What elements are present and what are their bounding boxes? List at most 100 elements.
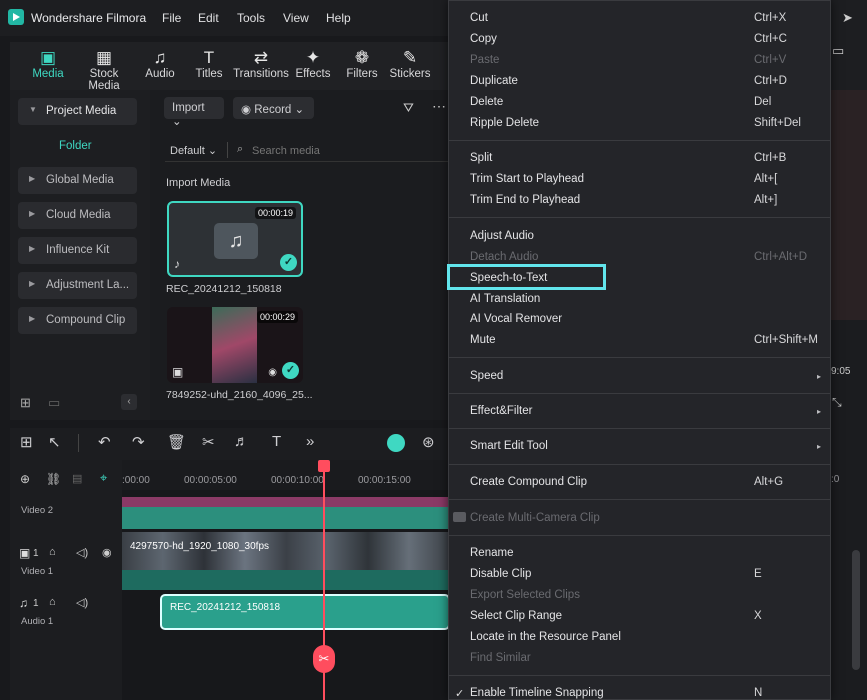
search-underline — [165, 161, 450, 162]
send-icon[interactable]: ➤ — [842, 10, 853, 26]
divider — [78, 434, 79, 452]
playhead-handle[interactable] — [318, 460, 330, 472]
menu-help[interactable]: Help — [326, 11, 351, 25]
ai-icon[interactable]: ▤ — [72, 472, 82, 485]
menu-item-speed[interactable]: Speed — [470, 370, 503, 382]
tab-transitions[interactable]: ⇄ Transitions — [231, 48, 291, 80]
menu-view[interactable]: View — [283, 11, 309, 25]
menu-item-adjust-audio[interactable]: Adjust Audio — [470, 230, 534, 242]
sidebar-item-cloud-media[interactable]: ▶ Cloud Media — [18, 202, 137, 229]
audio-track-icon: ♫ — [19, 596, 28, 610]
menu-item-find-similar[interactable]: Find Similar — [470, 652, 531, 664]
menu-item-rename[interactable]: Rename — [470, 547, 513, 559]
eye-icon[interactable]: ◉ — [102, 546, 112, 559]
menu-item-create-compound-clip[interactable]: Create Compound Clip — [470, 476, 587, 488]
menu-file[interactable]: File — [162, 11, 181, 25]
fullscreen-icon[interactable]: ⤡ — [832, 395, 842, 410]
track-label: Audio 1 — [21, 616, 54, 627]
select-tool-icon[interactable]: ↖ — [48, 433, 61, 451]
search-input[interactable] — [252, 142, 442, 160]
audio-edit-icon[interactable]: ♬ — [234, 433, 249, 450]
sidebar-item-influence-kit[interactable]: ▶ Influence Kit — [18, 237, 137, 264]
menu-item-copy[interactable]: Copy — [470, 33, 497, 45]
tab-stock-media[interactable]: ▦ Stock Media — [74, 48, 134, 92]
more-options-icon[interactable]: ⋯ — [432, 98, 446, 115]
scissors-icon[interactable]: ✂ — [313, 645, 335, 673]
check-icon: ✓ — [282, 362, 299, 379]
render-icon[interactable]: ⊛ — [422, 433, 435, 451]
media-item-video[interactable]: 00:00:29 ▣ ◉ ✓ — [167, 307, 303, 383]
shortcut: E — [754, 568, 762, 580]
menu-item-trim-end[interactable]: Trim End to Playhead — [470, 194, 580, 206]
menu-item-cut[interactable]: Cut — [470, 12, 488, 24]
menu-separator — [449, 464, 830, 465]
track-label: Video 1 — [21, 566, 54, 577]
menu-item-mute[interactable]: Mute — [470, 334, 496, 346]
sidebar-item-project-media[interactable]: ▼ Project Media — [18, 98, 137, 125]
vertical-scrollbar[interactable] — [852, 550, 860, 670]
tab-media[interactable]: ▣ Media — [18, 48, 78, 80]
delete-icon[interactable]: 🗑 — [167, 433, 186, 451]
menu-item-paste[interactable]: Paste — [470, 54, 499, 66]
menu-item-trim-start[interactable]: Trim Start to Playhead — [470, 173, 584, 185]
menu-item-effect-filter[interactable]: Effect&Filter — [470, 405, 532, 417]
menu-item-speech-to-text[interactable]: Speech-to-Text — [470, 272, 547, 284]
ruler-tick: 00:00:05:00 — [184, 475, 237, 486]
menu-item-split[interactable]: Split — [470, 152, 492, 164]
layout-icon[interactable]: ⊞ — [20, 433, 33, 451]
scissors-icon[interactable]: ✂ — [202, 433, 215, 451]
more-tools-icon[interactable]: » — [306, 433, 314, 450]
sidebar-item-compound-clip[interactable]: ▶ Compound Clip — [18, 307, 137, 334]
sidebar-item-global-media[interactable]: ▶ Global Media — [18, 167, 137, 194]
add-track-icon[interactable]: ⊕ — [20, 472, 30, 486]
menu-item-smart-edit-tool[interactable]: Smart Edit Tool — [470, 440, 548, 452]
lock-icon[interactable]: ⌂ — [49, 546, 56, 558]
text-tool-icon[interactable]: T — [272, 433, 281, 450]
menu-tools[interactable]: Tools — [237, 11, 265, 25]
collapse-panel-button[interactable]: ‹ — [121, 394, 137, 410]
tab-titles[interactable]: T Titles — [179, 48, 239, 80]
menu-item-disable-clip[interactable]: Disable Clip — [470, 568, 531, 580]
snapshot-icon[interactable]: ▭ — [832, 43, 844, 59]
ai-mascot-icon[interactable] — [387, 434, 405, 452]
media-item-audio[interactable]: ♫ 00:00:19 ♪ ✓ — [167, 201, 303, 277]
menu-item-export-selected-clips[interactable]: Export Selected Clips — [470, 589, 580, 601]
sidebar-item-adjustment-layer[interactable]: ▶ Adjustment La... — [18, 272, 137, 299]
menu-item-ai-translation[interactable]: AI Translation — [470, 293, 540, 305]
menu-item-ripple-delete[interactable]: Ripple Delete — [470, 117, 539, 129]
menu-edit[interactable]: Edit — [198, 11, 219, 25]
music-note-icon: ♫ — [214, 223, 258, 259]
video-thumbnail — [212, 307, 257, 383]
menu-item-duplicate[interactable]: Duplicate — [470, 75, 518, 87]
speaker-icon[interactable]: ◁) — [76, 596, 88, 609]
shortcut: Alt+G — [754, 476, 784, 488]
shortcut: Ctrl+B — [754, 152, 787, 164]
snap-icon[interactable]: ⌖ — [100, 470, 107, 486]
media-item-name: 7849252-uhd_2160_4096_25... — [166, 389, 313, 401]
sort-dropdown[interactable]: Default ⌄ — [170, 144, 217, 157]
import-button[interactable]: Import ⌄ — [164, 97, 224, 128]
record-button[interactable]: ◉ Record ⌄ — [233, 97, 314, 119]
menu-item-locate-resource[interactable]: Locate in the Resource Panel — [470, 631, 621, 643]
menu-item-detach-audio[interactable]: Detach Audio — [470, 251, 538, 263]
filter-icon[interactable]: ⛛ — [403, 100, 414, 116]
new-folder-icon[interactable]: ⊞ — [20, 395, 31, 411]
menu-item-select-clip-range[interactable]: Select Clip Range — [470, 610, 562, 622]
duration-badge: 00:00:29 — [256, 311, 298, 323]
lock-icon[interactable]: ⌂ — [49, 596, 56, 608]
menu-item-create-multicam-clip[interactable]: Create Multi-Camera Clip — [470, 512, 600, 524]
link-icon[interactable]: ⛓ — [46, 472, 61, 486]
timeline-clip-video2[interactable] — [122, 497, 450, 529]
folder-icon[interactable]: ▭ — [48, 395, 60, 411]
speaker-icon[interactable]: ◁) — [76, 546, 88, 559]
sidebar-item-folder[interactable]: Folder — [59, 140, 92, 152]
undo-icon[interactable]: ↶ — [98, 433, 111, 451]
redo-icon[interactable]: ↷ — [132, 433, 145, 451]
menu-item-delete[interactable]: Delete — [470, 96, 503, 108]
shortcut: X — [754, 610, 762, 622]
menu-item-ai-vocal-remover[interactable]: AI Vocal Remover — [470, 313, 562, 325]
track-label: Video 2 — [21, 505, 54, 516]
multicam-icon — [453, 512, 466, 522]
tab-stickers[interactable]: ✎ Stickers — [380, 48, 440, 80]
menu-item-enable-timeline-snapping[interactable]: Enable Timeline Snapping — [470, 687, 604, 699]
